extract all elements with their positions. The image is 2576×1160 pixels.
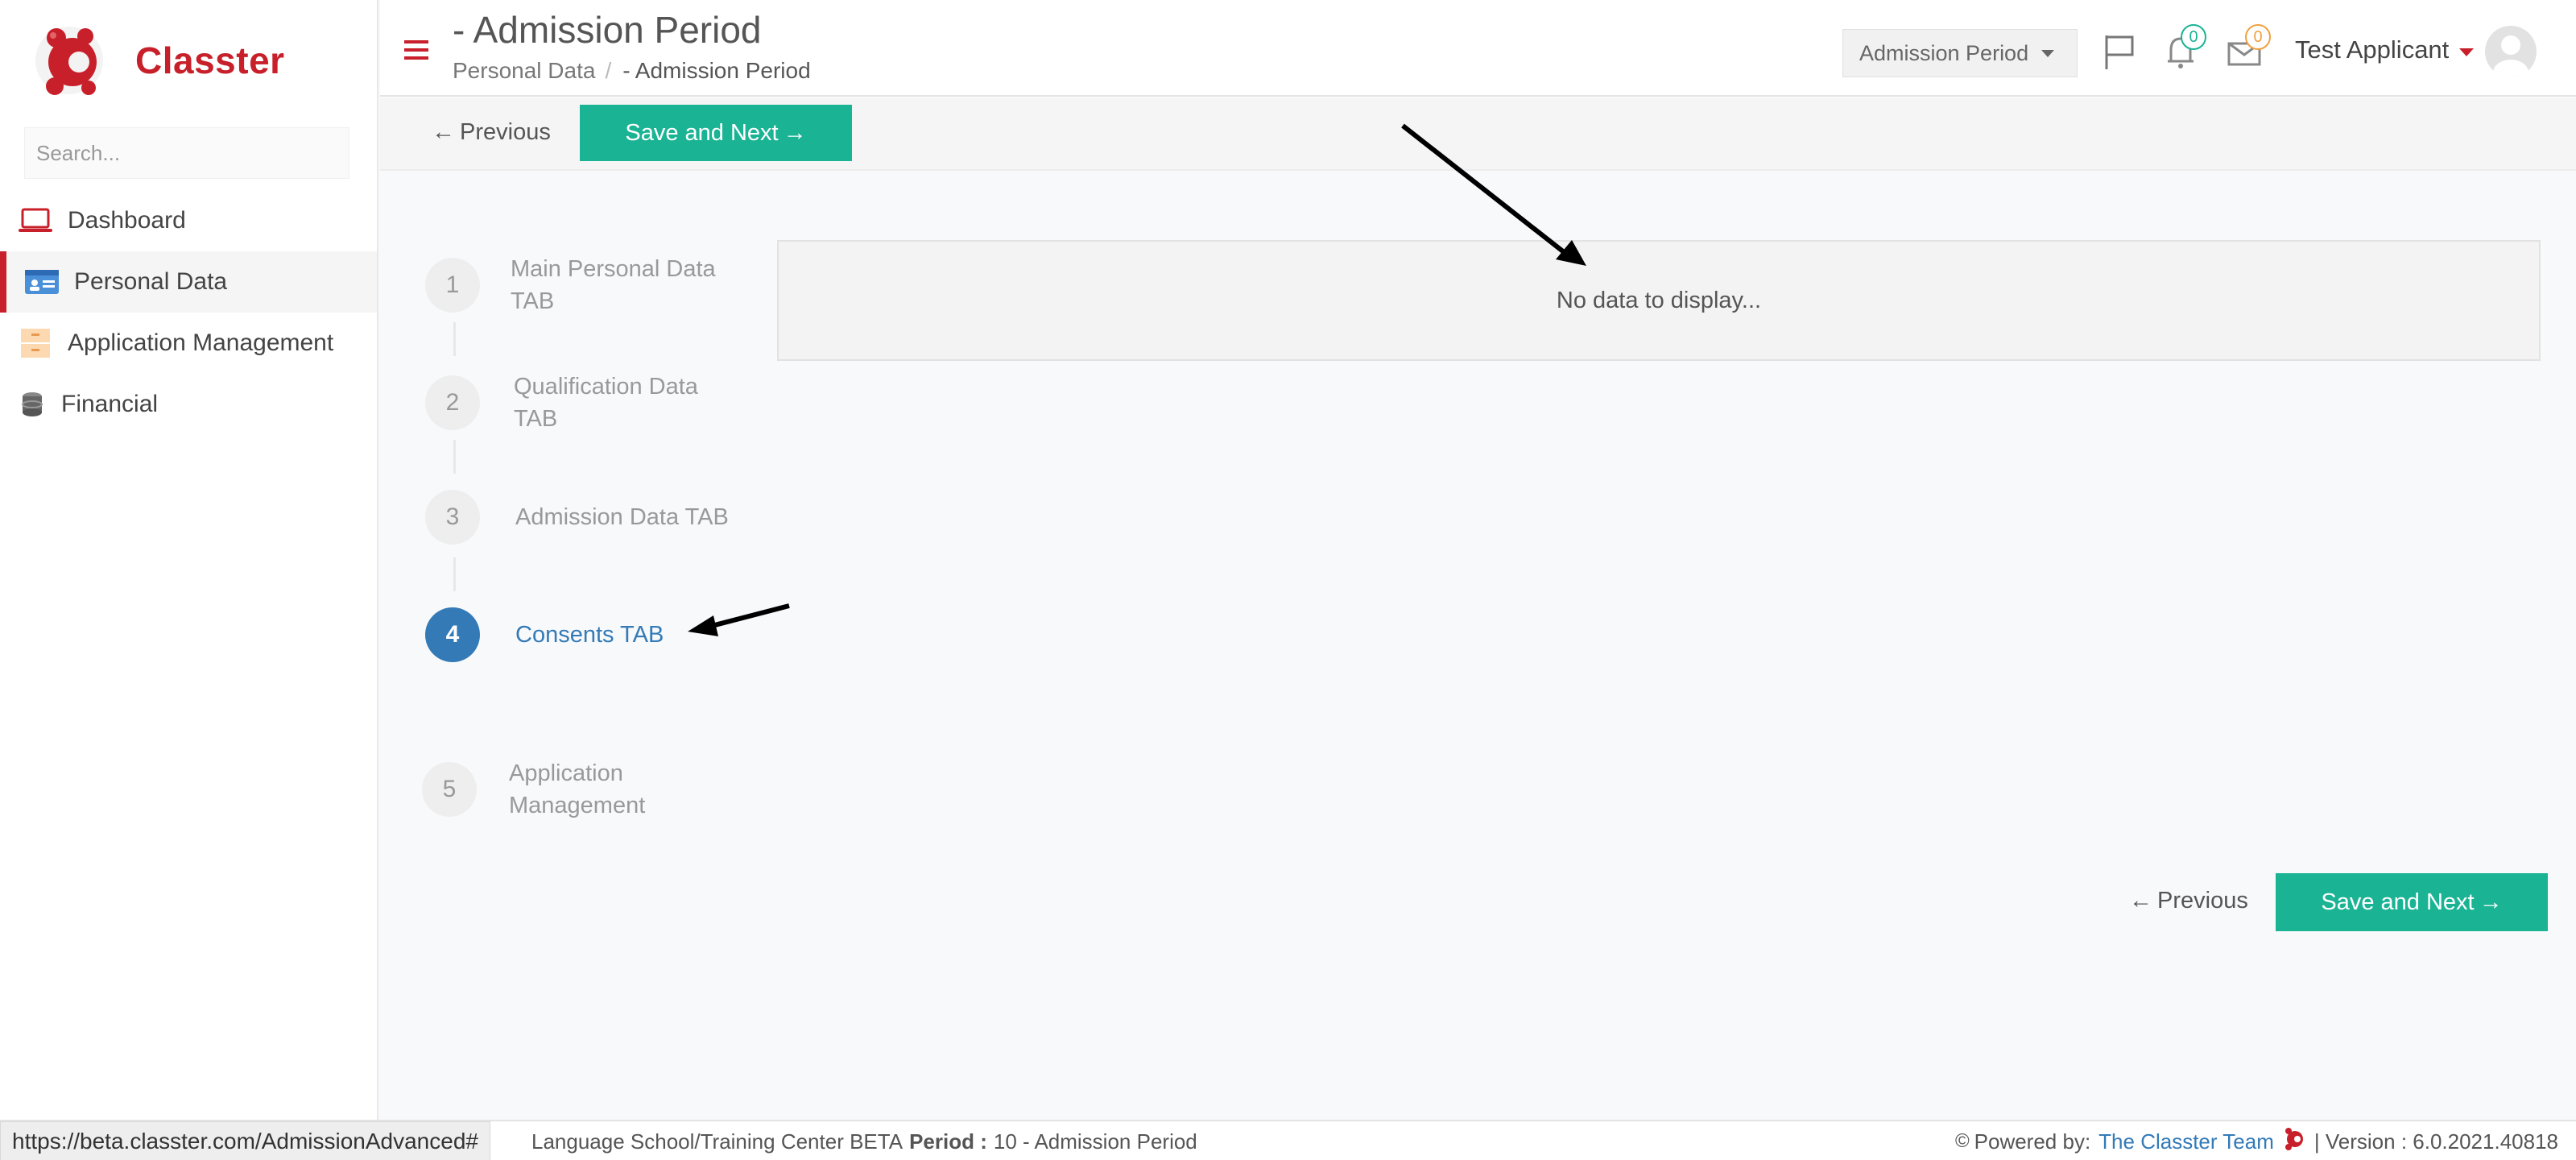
notifications-badge: 0	[2181, 24, 2206, 50]
step-connector	[453, 557, 456, 591]
arrow-left-icon: ←	[2129, 888, 2152, 914]
coins-icon	[16, 388, 48, 420]
step-number: 1	[425, 258, 480, 313]
sidebar-item-personal-data[interactable]: Personal Data	[0, 251, 377, 313]
bell-icon[interactable]: 0	[2156, 24, 2206, 76]
version-text: | Version : 6.0.2021.40818	[2313, 1129, 2558, 1154]
laptop-icon	[16, 205, 55, 237]
breadcrumb-current: - Admission Period	[622, 58, 811, 83]
arrow-left-icon: ←	[432, 119, 455, 145]
step-label: Qualification Data TAB	[514, 374, 698, 432]
annotation-arrow-consents	[688, 603, 790, 636]
period-value: 10 - Admission Period	[993, 1129, 1197, 1154]
previous-button-label: Previous	[2157, 888, 2248, 914]
period-select[interactable]: Admission Period	[1842, 29, 2078, 77]
save-and-next-label: Save and Next	[625, 119, 779, 146]
sidebar-item-label: Application Management	[68, 329, 334, 356]
classter-team-link[interactable]: The Classter Team	[2098, 1129, 2274, 1154]
empty-state-message: No data to display...	[1556, 287, 1762, 313]
wizard-toolbar-top: ← Previous Save and Next →	[380, 98, 2576, 171]
footer-info: Language School/Training Center BETA Per…	[531, 1121, 1197, 1160]
period-select-value: Admission Period	[1859, 40, 2029, 65]
menu-toggle-icon[interactable]	[404, 40, 428, 60]
copyright-icon: ©	[1954, 1130, 1970, 1152]
sidebar-nav: Dashboard Personal Data Application Mana…	[0, 190, 377, 435]
wizard-step-1[interactable]: 1 Main Personal Data TAB	[425, 253, 736, 317]
messages-badge: 0	[2245, 24, 2271, 50]
footer: Language School/Training Center BETA Per…	[0, 1120, 2576, 1160]
brand-name: Classter	[135, 39, 285, 81]
wizard-step-3[interactable]: 3 Admission Data TAB	[425, 490, 729, 545]
browser-status-url: https://beta.classter.com/AdmissionAdvan…	[0, 1121, 490, 1160]
step-label: Main Personal Data TAB	[511, 256, 716, 314]
sidebar-item-financial[interactable]: Financial	[0, 374, 377, 435]
avatar[interactable]	[2485, 26, 2537, 77]
empty-state-panel: No data to display...	[777, 240, 2541, 361]
period-label: Period :	[909, 1129, 987, 1154]
user-menu-caret-icon[interactable]	[2459, 48, 2474, 56]
sidebar-item-label: Dashboard	[68, 207, 186, 234]
search-input[interactable]: Search...	[24, 127, 349, 179]
step-number: 5	[422, 762, 477, 817]
top-header: - Admission Period Personal Data / - Admis…	[380, 0, 2576, 97]
wizard-step-2[interactable]: 2 Qualification Data TAB	[425, 371, 731, 435]
arrow-right-icon: →	[2479, 889, 2503, 915]
school-name: Language School/Training Center BETA	[531, 1129, 903, 1154]
sidebar-item-dashboard[interactable]: Dashboard	[0, 190, 377, 251]
user-menu-name[interactable]: Test Applicant	[2295, 35, 2449, 64]
step-label: Application Management	[509, 760, 646, 818]
envelope-icon[interactable]: 0	[2221, 24, 2271, 76]
save-and-next-button[interactable]: Save and Next →	[580, 105, 852, 161]
chevron-down-icon	[2041, 49, 2055, 57]
flag-icon[interactable]	[2095, 27, 2144, 76]
search-placeholder: Search...	[36, 140, 121, 165]
breadcrumb-separator: /	[605, 58, 612, 83]
classter-small-logo-icon	[2284, 1127, 2305, 1157]
wizard-step-4[interactable]: 4 Consents TAB	[425, 607, 664, 662]
step-connector	[453, 440, 456, 474]
classter-logo-icon	[35, 27, 103, 95]
annotation-arrows	[688, 123, 1586, 636]
powered-by-label: Powered by:	[1974, 1129, 2091, 1154]
arrow-right-icon: →	[783, 119, 807, 146]
previous-button-label: Previous	[460, 119, 551, 145]
sidebar-item-application-management[interactable]: Application Management	[0, 313, 377, 374]
footer-credits: © Powered by: The Classter Team | Versio…	[1955, 1121, 2558, 1160]
sidebar-item-label: Financial	[61, 391, 159, 417]
id-card-icon	[23, 266, 61, 298]
previous-button-bottom[interactable]: ← Previous	[2129, 888, 2248, 914]
sidebar: Classter Search... Dashboard Personal Da…	[0, 0, 378, 1120]
breadcrumb: Personal Data / - Admission Period	[453, 58, 811, 84]
breadcrumb-parent[interactable]: Personal Data	[453, 58, 595, 83]
save-and-next-button-bottom[interactable]: Save and Next →	[2276, 873, 2548, 931]
sidebar-item-label: Personal Data	[74, 268, 228, 295]
step-number: 4	[425, 607, 480, 662]
save-and-next-label: Save and Next	[2321, 889, 2475, 915]
step-number: 3	[425, 490, 480, 545]
page-title: - Admission Period	[453, 9, 762, 51]
folder-icon	[16, 327, 55, 359]
step-label: Consents TAB	[515, 622, 664, 648]
classter-logo[interactable]: Classter	[32, 16, 285, 105]
previous-button[interactable]: ← Previous	[432, 119, 551, 146]
step-label: Admission Data TAB	[515, 504, 729, 530]
step-number: 2	[425, 375, 480, 430]
wizard-step-5[interactable]: 5 Application Management	[422, 757, 702, 822]
step-connector	[453, 322, 456, 356]
